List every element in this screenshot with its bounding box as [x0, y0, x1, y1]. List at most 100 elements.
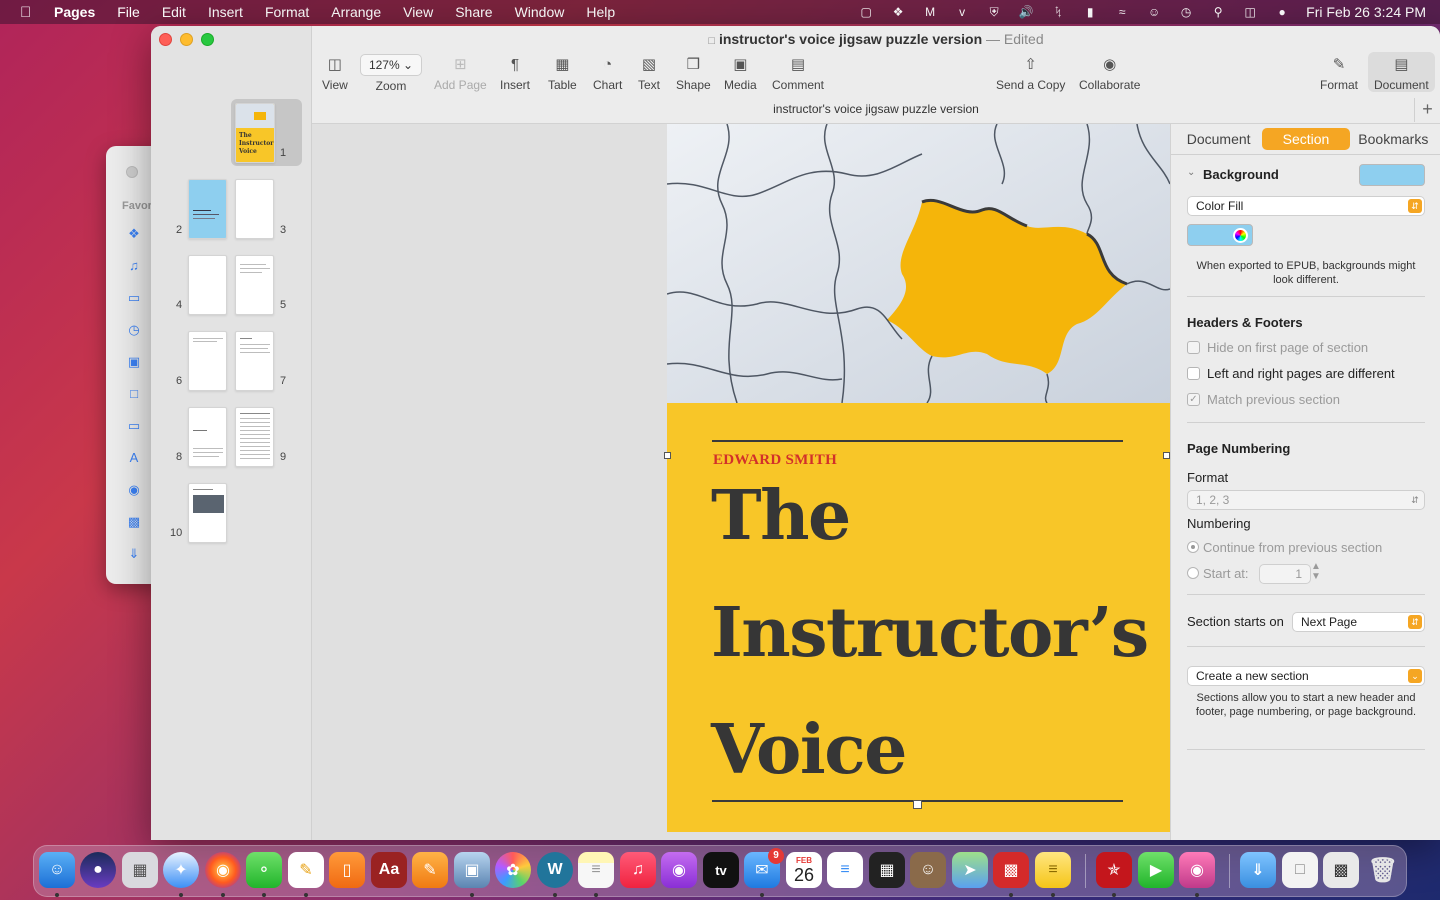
menu-app-pages[interactable]: Pages: [54, 4, 95, 20]
shield-icon[interactable]: ⛨: [986, 5, 1002, 19]
view-button[interactable]: ◫ View: [322, 54, 348, 92]
start-at-field[interactable]: 1: [1259, 564, 1311, 584]
cover-title-line-2[interactable]: Instructor’s: [711, 593, 1149, 673]
folder-icon[interactable]: ▭: [126, 418, 142, 433]
spotlight-search-icon[interactable]: ⚲: [1210, 5, 1226, 19]
start-at-radio[interactable]: [1187, 567, 1199, 579]
pages-doc-icon[interactable]: ✎: [412, 852, 448, 888]
calendar-icon[interactable]: FEB 26: [786, 852, 822, 888]
control-center-icon[interactable]: ◫: [1242, 5, 1258, 19]
messages-icon[interactable]: ⚬: [246, 852, 282, 888]
document-button[interactable]: ▤ Document: [1368, 52, 1435, 92]
cover-title-line-3[interactable]: Voice: [711, 710, 907, 790]
background-label[interactable]: Background: [1203, 167, 1279, 182]
thumbnail-page-5[interactable]: [235, 255, 274, 315]
battery-icon[interactable]: ▮: [1082, 5, 1098, 19]
left-right-different-checkbox[interactable]: [1187, 367, 1200, 380]
mosaic-app-icon[interactable]: ▦: [869, 852, 905, 888]
airdrop-icon[interactable]: ◉: [126, 482, 142, 497]
hide-first-page-checkbox[interactable]: [1187, 341, 1200, 354]
thumbnail-page-6[interactable]: [188, 331, 227, 391]
zoom-window-button[interactable]: [201, 33, 214, 46]
downloads-stack-icon[interactable]: ⇓: [1240, 852, 1276, 888]
selection-handle-bottom[interactable]: [913, 800, 922, 809]
thumbnail-page-2[interactable]: [188, 179, 227, 239]
wordpress-icon[interactable]: W: [537, 852, 573, 888]
trash-icon[interactable]: 🗑: [1365, 852, 1401, 888]
chart-button[interactable]: ◔ Chart: [593, 54, 622, 93]
minimize-window-button[interactable]: [180, 33, 193, 46]
vimeo-icon[interactable]: v: [954, 5, 970, 19]
wifi-icon[interactable]: ≈: [1114, 5, 1130, 19]
dictionary-icon[interactable]: Aa: [371, 852, 407, 888]
stickies-icon[interactable]: ≡: [1035, 852, 1071, 888]
screenshot-stack-icon[interactable]: ▩: [1323, 852, 1359, 888]
movies-folder-icon[interactable]: ▩: [126, 514, 142, 529]
selection-handle-right[interactable]: [1163, 452, 1170, 459]
create-section-button[interactable]: Create a new section ⌄: [1187, 666, 1425, 686]
thumbnail-page-3[interactable]: [235, 179, 274, 239]
menu-insert[interactable]: Insert: [208, 4, 243, 20]
reminders-icon[interactable]: ≡: [827, 852, 863, 888]
add-page-button[interactable]: ⊞ Add Page: [434, 54, 487, 92]
insert-button[interactable]: ¶ Insert: [500, 54, 530, 93]
podcasts-icon[interactable]: ◉: [661, 852, 697, 888]
close-window-button[interactable]: [159, 33, 172, 46]
photos-icon[interactable]: ✿: [495, 852, 531, 888]
stepper-icon[interactable]: ▲ ▼: [1311, 562, 1321, 582]
fill-type-select[interactable]: Color Fill ⇵: [1187, 196, 1425, 216]
mail-icon[interactable]: ✉ 9: [744, 848, 784, 888]
format-button[interactable]: ✎ Format: [1320, 54, 1358, 92]
comment-button[interactable]: ▤ Comment: [772, 54, 824, 92]
m-app-icon[interactable]: M: [922, 5, 938, 19]
maps-icon[interactable]: ➤: [952, 852, 988, 888]
thumbnail-page-8[interactable]: [188, 407, 227, 467]
menu-clock[interactable]: Fri Feb 26 3:24 PM: [1306, 4, 1426, 20]
launchpad-icon[interactable]: ▦: [122, 852, 158, 888]
media-button[interactable]: ▣ Media: [724, 54, 757, 92]
apple-tv-icon[interactable]: tv: [703, 852, 739, 888]
applications-icon[interactable]: A: [126, 450, 142, 465]
selection-handle-left[interactable]: [664, 452, 671, 459]
thumbnail-page-9[interactable]: [235, 407, 274, 467]
new-tab-button[interactable]: +: [1414, 98, 1440, 122]
siri-icon[interactable]: ●: [1274, 5, 1290, 19]
pages-icon[interactable]: ✎: [288, 852, 324, 888]
tab-bookmarks[interactable]: Bookmarks: [1350, 128, 1437, 150]
documents-stack-icon[interactable]: □: [1282, 852, 1318, 888]
music-folder-icon[interactable]: ♫: [126, 258, 142, 273]
color-wheel-icon[interactable]: [1233, 228, 1248, 243]
acrobat-icon[interactable]: ✯: [1096, 852, 1132, 888]
menu-help[interactable]: Help: [586, 4, 615, 20]
menu-file[interactable]: File: [117, 4, 140, 20]
dropbox-folder-icon[interactable]: ❖: [126, 226, 142, 241]
finder-close-button[interactable]: [126, 166, 138, 178]
music-icon[interactable]: ♫: [620, 852, 656, 888]
cover-author[interactable]: EDWARD SMITH: [713, 452, 837, 469]
screen-share-icon[interactable]: ▢: [858, 5, 874, 19]
facetime-icon[interactable]: ▶: [1138, 852, 1174, 888]
menu-arrange[interactable]: Arrange: [331, 4, 381, 20]
zoom-select[interactable]: 127% ⌄: [360, 54, 422, 76]
number-format-select[interactable]: 1, 2, 3 ⇵: [1187, 490, 1425, 510]
time-machine-icon[interactable]: ◷: [1178, 5, 1194, 19]
table-button[interactable]: ▦ Table: [548, 54, 577, 92]
safari-icon[interactable]: ✦: [163, 852, 199, 888]
apple-menu-icon[interactable]: : [20, 4, 40, 21]
thumbnail-page-1[interactable]: The Instructor's Voice: [235, 103, 275, 163]
dropbox-icon[interactable]: ❖: [890, 5, 906, 19]
collaborate-button[interactable]: ◉ Collaborate: [1079, 54, 1140, 92]
background-color-well[interactable]: [1359, 164, 1425, 186]
user-icon[interactable]: ☺: [1146, 5, 1162, 19]
menu-window[interactable]: Window: [515, 4, 565, 20]
menu-edit[interactable]: Edit: [162, 4, 186, 20]
preview-icon[interactable]: ▣: [454, 852, 490, 888]
volume-icon[interactable]: 🔊: [1018, 5, 1034, 19]
tab-section[interactable]: Section: [1262, 128, 1350, 150]
chevron-down-icon[interactable]: ⌄: [1187, 167, 1195, 178]
contacts-icon[interactable]: ☺: [910, 852, 946, 888]
documents-folder-icon[interactable]: □: [126, 386, 142, 401]
thumbnail-page-4[interactable]: [188, 255, 227, 315]
thumbnail-page-10[interactable]: [188, 483, 227, 543]
section-starts-select[interactable]: Next Page ⇵: [1292, 612, 1425, 632]
